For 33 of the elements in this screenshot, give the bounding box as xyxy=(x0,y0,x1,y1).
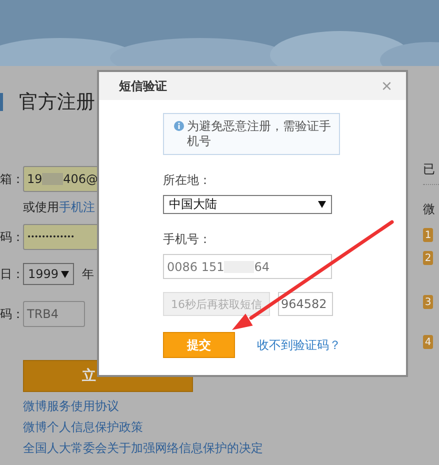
policy-link[interactable]: 全国人大常委会关于加强网络信息保护的决定 xyxy=(23,440,407,457)
caret-icon xyxy=(61,270,69,278)
policy-link[interactable]: 微博个人信息保护政策 xyxy=(23,419,407,436)
dialog-title: 短信验证 xyxy=(119,78,167,94)
policy-link[interactable]: 微博服务使用协议 xyxy=(23,398,407,415)
field-label: 码： xyxy=(0,228,19,246)
info-icon xyxy=(174,121,184,131)
help-link[interactable]: 收不到验证码？ xyxy=(257,336,341,354)
code-field[interactable]: 964582 xyxy=(278,292,333,316)
year-unit: 年 xyxy=(82,266,94,282)
captcha-field[interactable]: TRB4 xyxy=(23,301,85,327)
phone-field[interactable]: 0086 151 64 xyxy=(163,254,332,279)
region-select[interactable]: 中国大陆 xyxy=(163,195,332,214)
email-field[interactable]: 19 406@ xyxy=(23,166,99,192)
year-select[interactable]: 1999 xyxy=(23,263,74,285)
notice-text: 为避免恶意注册，需验证手机号 xyxy=(187,119,332,149)
close-button[interactable]: × xyxy=(381,76,392,96)
submit-button[interactable]: 提交 xyxy=(163,332,235,358)
number-badge: 4 xyxy=(423,335,433,349)
page-title: 官方注册 xyxy=(19,90,95,115)
register-note: 或使用手机注 xyxy=(23,198,95,216)
field-label: 箱： xyxy=(0,170,19,188)
region-label: 所在地： xyxy=(163,172,212,189)
number-badge: 3 xyxy=(423,295,433,309)
side-subheading: 微 xyxy=(423,201,436,218)
number-badge: 2 xyxy=(423,251,433,265)
caret-icon xyxy=(318,201,326,208)
phone-label: 手机号： xyxy=(163,231,212,248)
side-heading: 已 xyxy=(423,161,436,178)
field-label: 日： xyxy=(0,266,19,282)
field-label: 码： xyxy=(0,306,19,322)
number-badge: 1 xyxy=(423,228,433,242)
phone-register-link[interactable]: 手机注 xyxy=(59,200,95,214)
